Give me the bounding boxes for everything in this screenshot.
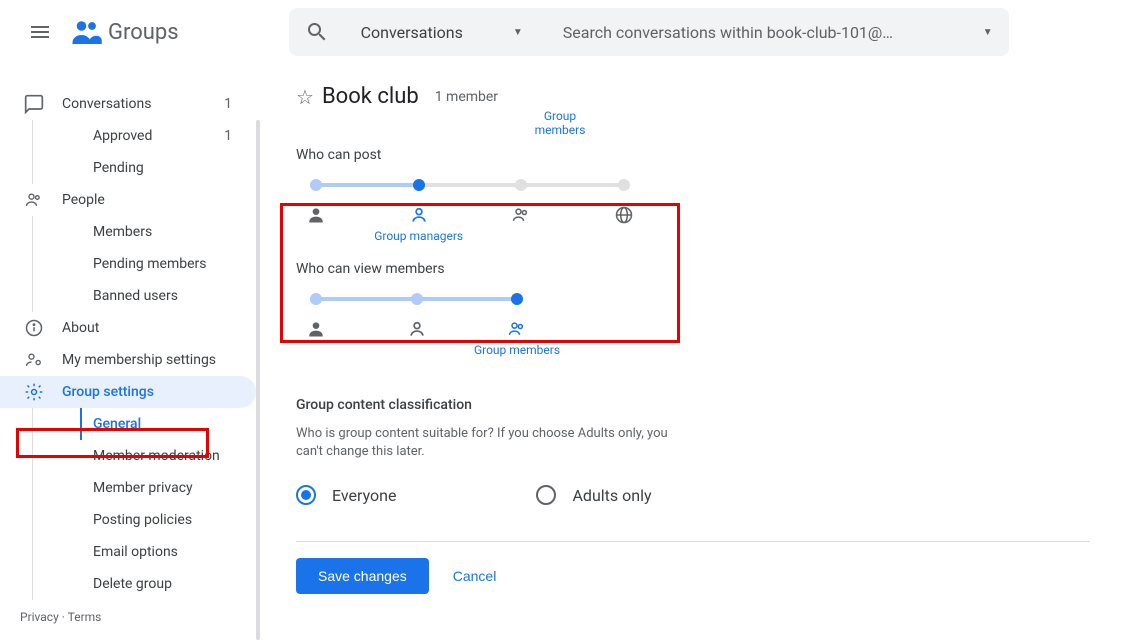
slider-stop-owners[interactable]: [310, 179, 322, 191]
scrollbar[interactable]: [256, 120, 260, 640]
slider-label-above: Group members: [530, 109, 590, 137]
nav-banned-users[interactable]: Banned users: [81, 280, 256, 312]
privacy-link[interactable]: Privacy: [20, 610, 59, 624]
radio-everyone[interactable]: Everyone: [296, 485, 396, 505]
nav-conversations-label: Conversations: [62, 96, 151, 112]
hamburger-icon: [31, 26, 49, 38]
slider-stop-managers[interactable]: [413, 179, 425, 191]
page-title: Book club: [322, 84, 419, 109]
radio-adults-only-label: Adults only: [572, 486, 651, 505]
save-button[interactable]: Save changes: [296, 558, 429, 594]
classification-title: Group content classification: [296, 397, 1090, 413]
nav-member-privacy[interactable]: Member privacy: [81, 472, 256, 504]
radio-checked-icon: [296, 485, 316, 505]
nav-email-options-label: Email options: [93, 544, 178, 560]
nav-pending-members[interactable]: Pending members: [81, 248, 256, 280]
nav-my-membership[interactable]: My membership settings: [0, 344, 256, 376]
who-can-post-slider[interactable]: [310, 179, 630, 191]
nav-approved-label: Approved: [93, 128, 152, 144]
slider-stop-owners[interactable]: [310, 293, 322, 305]
sidebar: Conversations 1 Approved 1 Pending Peopl…: [0, 64, 256, 640]
nav-members[interactable]: Members: [81, 216, 256, 248]
info-icon: [24, 318, 44, 338]
nav-delete-group-label: Delete group: [93, 576, 172, 592]
search-type-dropdown[interactable]: Conversations: [361, 23, 463, 42]
app-name: Groups: [108, 20, 179, 45]
member-count: 1 member: [435, 89, 498, 105]
nav-people[interactable]: People: [0, 184, 256, 216]
nav-email-options[interactable]: Email options: [81, 536, 256, 568]
cancel-button[interactable]: Cancel: [453, 568, 497, 584]
who-can-post-label: Who can post: [296, 147, 1090, 163]
footer-links: Privacy · Terms: [20, 610, 101, 624]
groups-icon: [68, 14, 104, 50]
dropdown-arrow-icon: ▼: [513, 27, 523, 38]
star-icon[interactable]: ☆: [296, 85, 314, 109]
nav-posting-policies-label: Posting policies: [93, 512, 192, 528]
owner-icon: [306, 319, 326, 339]
nav-group-settings-label: Group settings: [62, 384, 154, 400]
slider-stop-members[interactable]: [515, 179, 527, 191]
groups-logo[interactable]: Groups: [68, 14, 179, 50]
nav-conversations-count: 1: [224, 96, 232, 112]
nav-approved-count: 1: [224, 128, 232, 144]
who-can-post-selected-label: Group managers: [374, 229, 463, 243]
globe-icon: [614, 205, 634, 225]
nav-pending-label: Pending: [93, 160, 144, 176]
search-icon: [305, 20, 329, 44]
who-can-view-members-label: Who can view members: [296, 261, 1090, 277]
slider-stop-managers[interactable]: [411, 293, 423, 305]
nav-conversations[interactable]: Conversations 1: [0, 88, 256, 120]
who-can-view-members-slider[interactable]: [310, 293, 523, 305]
slider-stop-web[interactable]: [618, 179, 630, 191]
nav-pending-members-label: Pending members: [93, 256, 207, 272]
manager-icon: [409, 205, 429, 225]
nav-delete-group[interactable]: Delete group: [81, 568, 256, 600]
members-icon: [507, 319, 527, 339]
owner-icon: [306, 205, 326, 225]
members-icon: [511, 205, 531, 225]
slider-stop-members[interactable]: [511, 293, 523, 305]
gear-icon: [24, 382, 44, 402]
main-content: ☆ Book club 1 member Group members Who c…: [256, 64, 1142, 640]
manager-icon: [407, 319, 427, 339]
main-menu-button[interactable]: [16, 8, 64, 56]
conversations-icon: [24, 94, 44, 114]
people-icon: [24, 190, 44, 210]
nav-banned-users-label: Banned users: [93, 288, 178, 304]
nav-members-label: Members: [93, 224, 152, 240]
nav-my-membership-label: My membership settings: [62, 352, 216, 368]
radio-unchecked-icon: [536, 485, 556, 505]
nav-about[interactable]: About: [0, 312, 256, 344]
nav-member-privacy-label: Member privacy: [93, 480, 193, 496]
person-gear-icon: [24, 350, 44, 370]
search-options-arrow-icon: ▼: [983, 27, 993, 38]
classification-desc: Who is group content suitable for? If yo…: [296, 425, 676, 461]
radio-adults-only[interactable]: Adults only: [536, 485, 651, 505]
search-bar[interactable]: Conversations ▼ Search conversations wit…: [289, 8, 1009, 56]
nav-approved[interactable]: Approved 1: [81, 120, 256, 152]
nav-group-settings[interactable]: Group settings: [0, 376, 256, 408]
radio-everyone-label: Everyone: [332, 486, 396, 505]
who-can-view-selected-label: Group members: [474, 343, 560, 357]
terms-link[interactable]: Terms: [68, 610, 102, 624]
nav-posting-policies[interactable]: Posting policies: [81, 504, 256, 536]
search-input[interactable]: Search conversations within book-club-10…: [563, 23, 983, 42]
nav-general[interactable]: General: [80, 408, 256, 440]
nav-member-moderation[interactable]: Member moderation: [81, 440, 256, 472]
nav-pending[interactable]: Pending: [81, 152, 256, 184]
nav-people-label: People: [62, 192, 105, 208]
nav-about-label: About: [62, 320, 99, 336]
nav-member-moderation-label: Member moderation: [93, 448, 220, 464]
nav-general-label: General: [93, 416, 141, 432]
